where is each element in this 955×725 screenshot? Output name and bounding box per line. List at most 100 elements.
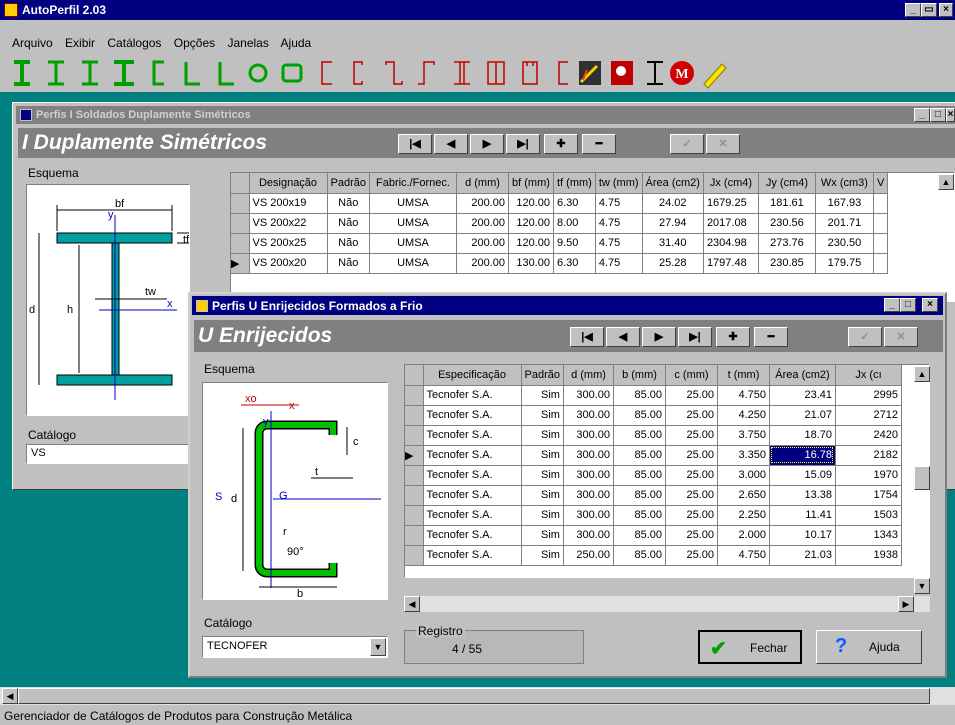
table-cell[interactable]: Sim <box>521 405 564 426</box>
table-cell[interactable]: 2.000 <box>717 525 770 546</box>
table-cell[interactable]: UMSA <box>369 233 457 254</box>
table-row[interactable]: ▶ Tecnofer S.A. Sim 300.00 85.00 25.00 3.350 16… <box>405 445 902 466</box>
table-cell[interactable]: 85.00 <box>613 405 666 426</box>
app-close-button[interactable]: × <box>939 3 953 17</box>
table-cell[interactable]: 3.000 <box>717 465 770 486</box>
table-cell[interactable]: 2182 <box>835 445 902 466</box>
table-cell[interactable]: 120.00 <box>508 193 554 214</box>
table-cell[interactable]: UMSA <box>369 213 457 234</box>
win2-col-header[interactable]: Padrão <box>521 365 564 386</box>
table-cell[interactable]: 1503 <box>835 505 902 526</box>
win2-col-header[interactable]: Área (cm2) <box>769 365 836 386</box>
table-cell[interactable]: Não <box>327 213 370 234</box>
table-cell[interactable]: 18.70 <box>769 425 836 446</box>
table-cell[interactable]: 3.750 <box>717 425 770 446</box>
table-cell[interactable]: 200.00 <box>456 213 509 234</box>
win1-col-header[interactable]: tf (mm) <box>553 173 596 194</box>
table-cell[interactable]: VS 200x25 <box>249 233 328 254</box>
table-cell[interactable]: 25.00 <box>665 445 718 466</box>
win2-scroll-right-button[interactable]: ▶ <box>898 596 914 612</box>
table-row[interactable]: VS 200x19 Não UMSA 200.00 120.00 6.30 4.… <box>231 193 889 214</box>
win2-hscrollbar[interactable] <box>404 596 930 612</box>
window-perfis-i-maximize-button[interactable]: □ <box>930 108 946 122</box>
table-cell[interactable]: Tecnofer S.A. <box>423 385 522 406</box>
win2-col-header[interactable]: Especificação <box>423 365 522 386</box>
table-cell[interactable]: 85.00 <box>613 425 666 446</box>
table-cell[interactable]: 25.00 <box>665 385 718 406</box>
table-cell[interactable]: 250.00 <box>563 545 614 566</box>
table-cell[interactable]: 230.85 <box>758 253 816 274</box>
table-cell[interactable] <box>873 213 889 234</box>
win1-delete-button[interactable]: ━ <box>582 134 616 154</box>
table-row[interactable]: VS 200x25 Não UMSA 200.00 120.00 9.50 4.… <box>231 233 889 254</box>
table-row[interactable]: Tecnofer S.A. Sim 300.00 85.00 25.00 3.000 15.… <box>405 465 902 486</box>
win1-grid[interactable]: Designação Padrão Fabric./Fornec. d (mm)… <box>230 172 955 302</box>
table-cell[interactable]: 300.00 <box>563 445 614 466</box>
ajuda-button[interactable]: ? Ajuda <box>816 630 922 664</box>
win2-col-header[interactable]: Jx (cı <box>835 365 902 386</box>
win1-next-button[interactable]: ▶ <box>470 134 504 154</box>
table-cell[interactable]: 25.00 <box>665 545 718 566</box>
table-cell[interactable]: Sim <box>521 505 564 526</box>
table-row[interactable]: VS 200x22 Não UMSA 200.00 120.00 8.00 4.… <box>231 213 889 234</box>
table-cell[interactable]: Tecnofer S.A. <box>423 405 522 426</box>
table-cell[interactable]: 21.07 <box>769 405 836 426</box>
win2-grid[interactable]: Especificação Padrão d (mm) b (mm) c (mm… <box>404 364 930 578</box>
table-cell[interactable]: 4.750 <box>717 385 770 406</box>
win2-catalogo-dropdown-button[interactable]: ▼ <box>370 638 386 656</box>
table-cell[interactable]: 11.41 <box>769 505 836 526</box>
table-cell[interactable]: 200.00 <box>456 253 509 274</box>
table-cell[interactable]: 130.00 <box>508 253 554 274</box>
main-scroll-thumb[interactable] <box>18 688 930 704</box>
table-cell[interactable]: 1797.48 <box>703 253 759 274</box>
win1-col-header[interactable]: tw (mm) <box>595 173 643 194</box>
win2-col-header[interactable]: b (mm) <box>613 365 666 386</box>
table-cell[interactable]: 201.71 <box>815 213 874 234</box>
table-cell[interactable]: 4.75 <box>595 253 643 274</box>
win2-confirm-button[interactable]: ✓ <box>848 327 882 347</box>
table-cell[interactable]: 1679.25 <box>703 193 759 214</box>
table-row[interactable]: Tecnofer S.A. Sim 250.00 85.00 25.00 4.750 21.… <box>405 545 902 566</box>
table-cell[interactable]: 2420 <box>835 425 902 446</box>
win2-prev-button[interactable]: ◀ <box>606 327 640 347</box>
win1-prev-button[interactable]: ◀ <box>434 134 468 154</box>
table-cell[interactable]: Tecnofer S.A. <box>423 425 522 446</box>
table-cell[interactable]: Sim <box>521 385 564 406</box>
win2-first-button[interactable]: |◀ <box>570 327 604 347</box>
table-cell[interactable]: 6.30 <box>553 253 596 274</box>
win2-scroll-up-button[interactable]: ▲ <box>914 366 930 382</box>
table-cell[interactable]: Tecnofer S.A. <box>423 505 522 526</box>
table-cell[interactable]: 300.00 <box>563 405 614 426</box>
menu-catalogos[interactable]: Catálogos <box>107 36 161 50</box>
win2-cancel-button[interactable]: ✕ <box>884 327 918 347</box>
window-perfis-u-close-button[interactable]: × <box>922 298 938 312</box>
win1-confirm-button[interactable]: ✓ <box>670 134 704 154</box>
table-cell[interactable]: 31.40 <box>642 233 704 254</box>
table-cell[interactable]: 9.50 <box>553 233 596 254</box>
table-cell[interactable]: 273.76 <box>758 233 816 254</box>
app-minimize-button[interactable]: _ <box>905 3 921 17</box>
table-cell[interactable]: 85.00 <box>613 545 666 566</box>
win2-catalogo-select[interactable]: TECNOFER <box>202 636 388 658</box>
table-cell[interactable]: 2017.08 <box>703 213 759 234</box>
table-cell[interactable] <box>873 233 889 254</box>
win1-scroll-up-button[interactable]: ▲ <box>938 174 954 190</box>
win1-col-header[interactable]: V <box>873 173 889 194</box>
table-cell[interactable]: 85.00 <box>613 525 666 546</box>
win1-add-button[interactable]: ✚ <box>544 134 578 154</box>
win1-catalogo-select[interactable]: VS <box>26 444 190 464</box>
table-cell[interactable]: 3.350 <box>717 445 770 466</box>
win1-col-header[interactable]: Jx (cm4) <box>703 173 759 194</box>
window-perfis-i-close-button[interactable]: × <box>946 108 955 122</box>
table-cell[interactable]: 167.93 <box>815 193 874 214</box>
table-cell[interactable]: 85.00 <box>613 385 666 406</box>
app-restore-button[interactable]: ▭ <box>921 3 937 17</box>
table-cell[interactable]: 2.250 <box>717 505 770 526</box>
table-row[interactable]: ▶ VS 200x20 Não UMSA 200.00 130.00 6.30 … <box>231 253 889 274</box>
menu-opcoes[interactable]: Opções <box>174 36 215 50</box>
win2-scroll-left-button[interactable]: ◀ <box>404 596 420 612</box>
table-cell[interactable]: Sim <box>521 465 564 486</box>
table-cell[interactable]: 1343 <box>835 525 902 546</box>
table-cell[interactable]: 85.00 <box>613 505 666 526</box>
win2-next-button[interactable]: ▶ <box>642 327 676 347</box>
